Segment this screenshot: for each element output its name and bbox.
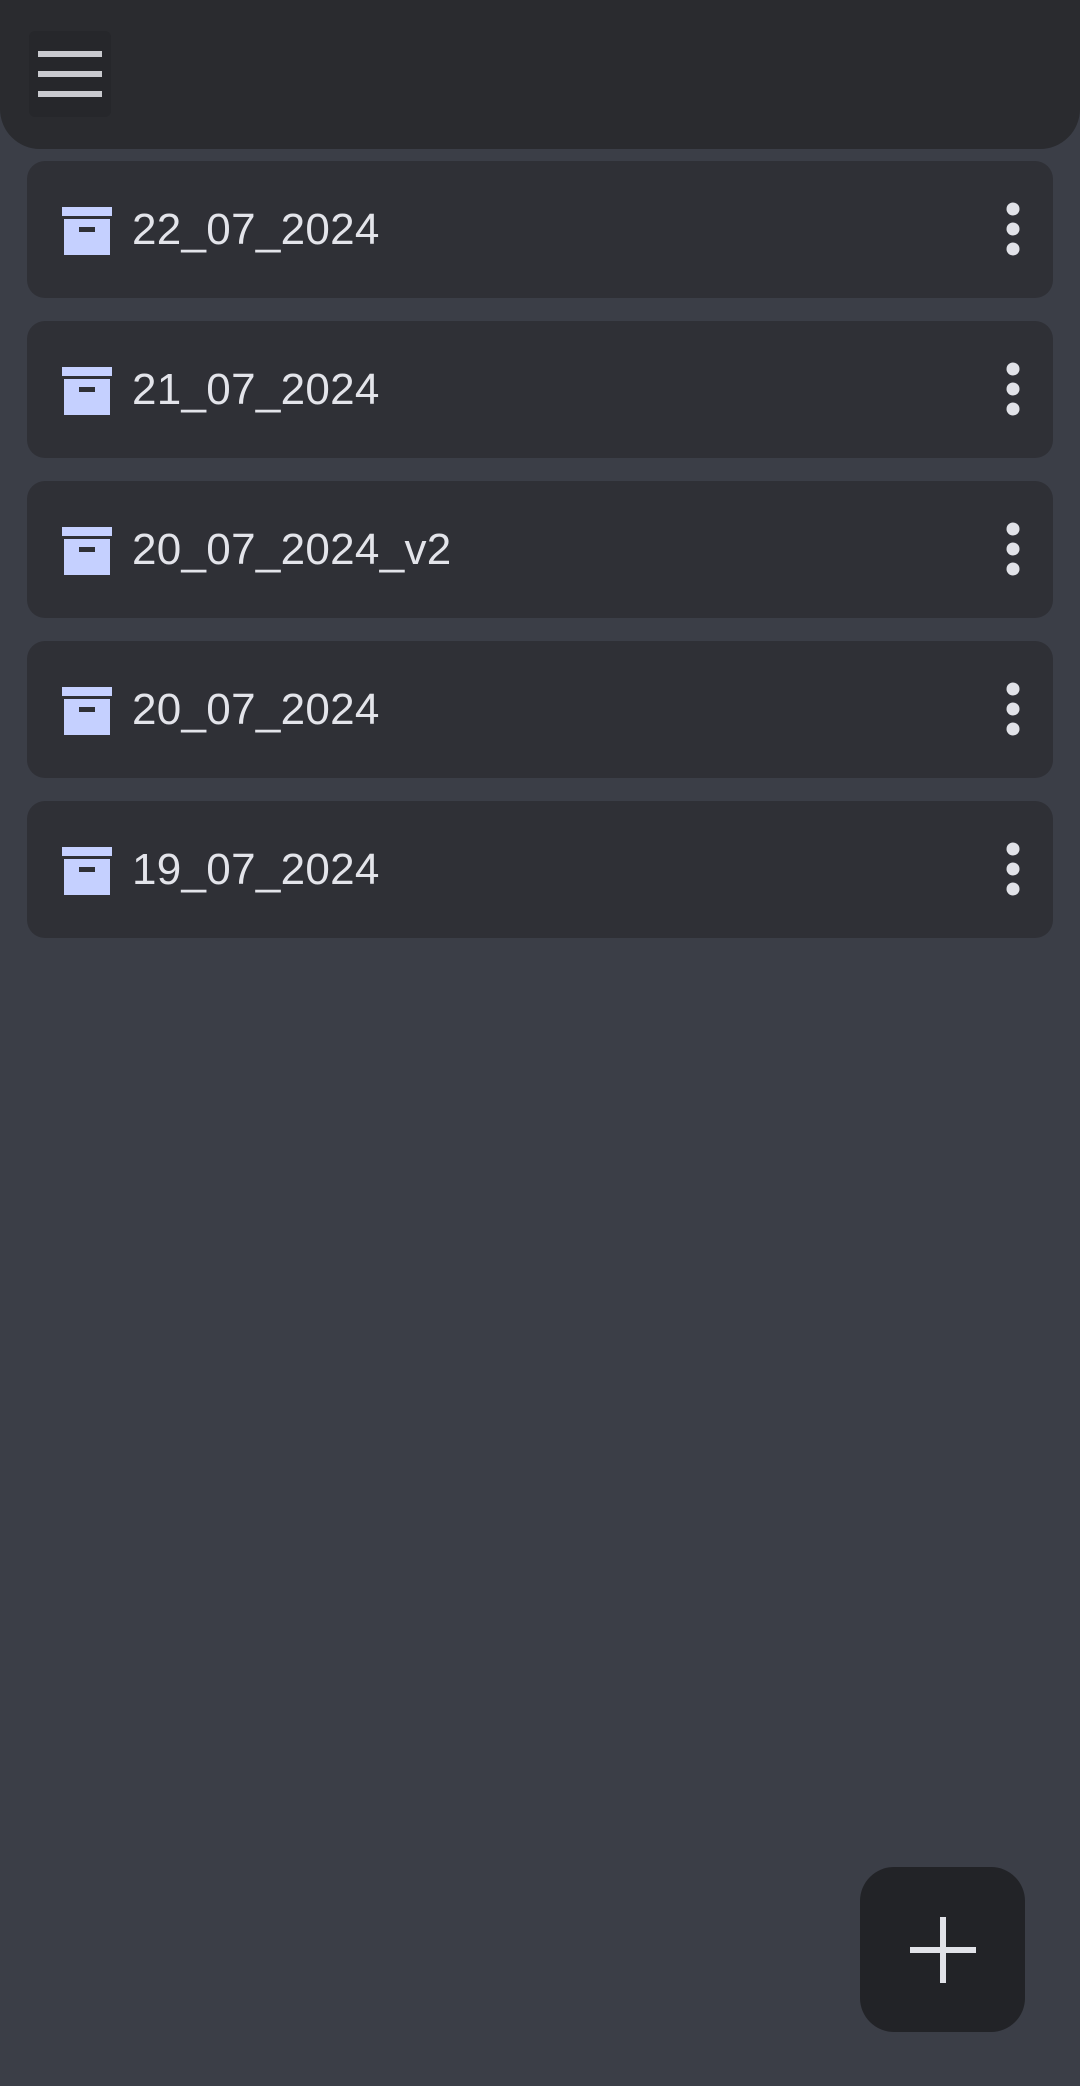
folder-name: 20_07_2024_v2 [132,525,452,574]
folder-name: 22_07_2024 [132,205,380,254]
archive-box-icon [62,847,112,895]
plus-icon [909,1916,976,1983]
list-item[interactable]: 20_07_2024_v2 [27,481,1053,618]
folder-list: 22_07_2024 21_07_2024 20_07_2024_v2 20_0… [27,161,1053,961]
list-item[interactable]: 22_07_2024 [27,161,1053,298]
more-vertical-icon [1006,682,1020,736]
top-app-bar [0,0,1080,149]
archive-box-icon [62,207,112,255]
more-options-button[interactable] [983,509,1043,589]
hamburger-menu-icon [38,51,102,97]
folder-name: 20_07_2024 [132,685,380,734]
more-options-button[interactable] [983,189,1043,269]
more-vertical-icon [1006,202,1020,256]
list-item[interactable]: 20_07_2024 [27,641,1053,778]
add-folder-button[interactable] [860,1867,1025,2032]
menu-button[interactable] [29,31,111,117]
more-options-button[interactable] [983,669,1043,749]
archive-box-icon [62,367,112,415]
more-options-button[interactable] [983,349,1043,429]
folder-name: 21_07_2024 [132,365,380,414]
list-item[interactable]: 19_07_2024 [27,801,1053,938]
more-options-button[interactable] [983,829,1043,909]
more-vertical-icon [1006,522,1020,576]
more-vertical-icon [1006,362,1020,416]
archive-box-icon [62,527,112,575]
more-vertical-icon [1006,842,1020,896]
archive-box-icon [62,687,112,735]
list-item[interactable]: 21_07_2024 [27,321,1053,458]
folder-name: 19_07_2024 [132,845,380,894]
